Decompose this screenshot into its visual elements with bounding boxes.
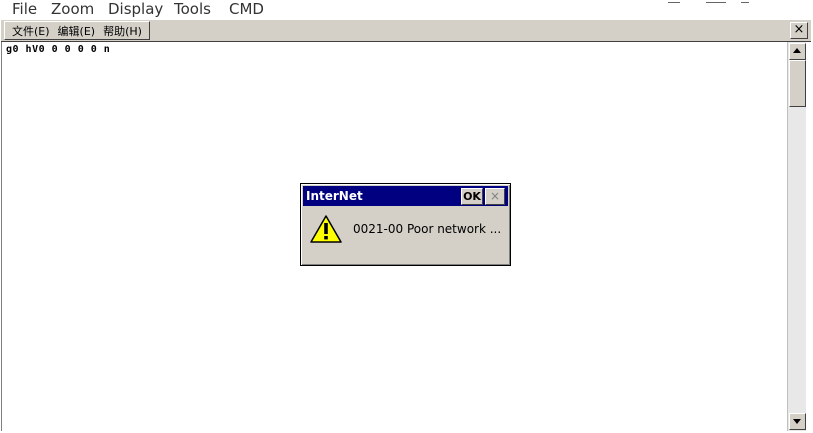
arrow-up-icon	[793, 48, 801, 53]
scroll-thumb[interactable]	[789, 60, 806, 107]
window-menubar: 文件(E) 编辑(E) 帮助(H) ×	[1, 20, 811, 42]
dialog-message: 0021-00 Poor network ...	[353, 222, 502, 236]
vertical-scrollbar[interactable]	[787, 42, 806, 431]
top-edge-mark	[741, 0, 749, 3]
menu-file[interactable]: 文件(E)	[8, 23, 54, 39]
dialog-titlebar[interactable]: InterNet OK ×	[303, 186, 508, 206]
host-menu-file[interactable]: File	[12, 1, 37, 18]
window-close-button[interactable]: ×	[790, 22, 808, 39]
host-menu-tools[interactable]: Tools	[174, 1, 211, 18]
host-menu-display[interactable]: Display	[108, 1, 163, 18]
host-menu-cmd[interactable]: CMD	[229, 1, 264, 18]
arrow-down-icon	[793, 419, 801, 424]
terminal-text: g0 hV0 0 0 0 0 n	[6, 44, 111, 55]
menu-help[interactable]: 帮助(H)	[99, 23, 146, 39]
host-menu-zoom[interactable]: Zoom	[51, 1, 94, 18]
top-edge-mark	[706, 0, 726, 3]
dialog-ok-button[interactable]: OK	[461, 188, 483, 205]
scroll-up-button[interactable]	[789, 43, 806, 60]
dialog-close-button[interactable]: ×	[485, 188, 505, 205]
menu-edit[interactable]: 编辑(E)	[54, 23, 100, 39]
internet-dialog: InterNet OK × 0021-00 Poor network ...	[300, 183, 511, 266]
menu-group: 文件(E) 编辑(E) 帮助(H)	[4, 21, 150, 40]
scroll-down-button[interactable]	[789, 413, 806, 430]
top-edge-mark	[668, 0, 680, 3]
host-menubar: File Zoom Display Tools CMD	[0, 0, 813, 20]
dialog-title: InterNet	[306, 189, 363, 203]
warning-icon	[310, 215, 342, 243]
